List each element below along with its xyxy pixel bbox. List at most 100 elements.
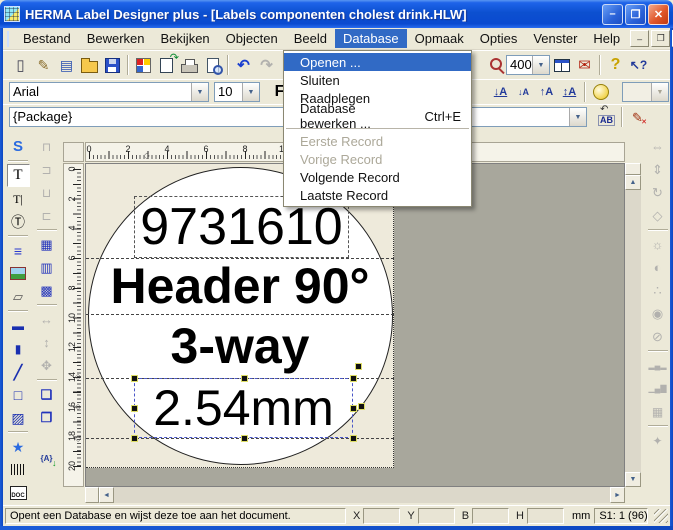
window-layout-button[interactable] bbox=[550, 54, 573, 77]
context-help-button[interactable]: ↖? bbox=[627, 54, 650, 77]
print-preview-button[interactable] bbox=[201, 54, 224, 77]
baseline-down-small-button[interactable]: ↓A bbox=[512, 81, 535, 104]
menu-item-volgende-record[interactable]: Volgende Record bbox=[284, 168, 471, 186]
selection-handle[interactable] bbox=[131, 435, 138, 442]
label-page[interactable]: 9731610Header 90°3-way2.54mm bbox=[86, 164, 394, 468]
grid-pattern-1-button[interactable]: ▦ bbox=[35, 233, 58, 256]
toolbar-separator bbox=[8, 310, 28, 312]
chevron-down-icon[interactable]: ▼ bbox=[569, 108, 586, 126]
menu-bewerken[interactable]: Bewerken bbox=[79, 29, 153, 48]
menu-bekijken[interactable]: Bekijken bbox=[153, 29, 218, 48]
resize-grip[interactable] bbox=[654, 509, 668, 523]
line-spacing-button[interactable]: ↕A bbox=[558, 81, 581, 104]
menu-opties[interactable]: Opties bbox=[472, 29, 526, 48]
vertical-scrollbar[interactable]: ▲▼ bbox=[625, 163, 641, 487]
selection-handle[interactable] bbox=[350, 435, 357, 442]
label-field-3[interactable]: 3-way bbox=[86, 314, 394, 378]
chevron-down-icon[interactable]: ▼ bbox=[242, 83, 259, 101]
scroll-thumb[interactable] bbox=[85, 487, 99, 503]
menu-opmaak[interactable]: Opmaak bbox=[407, 29, 472, 48]
baseline-down-button[interactable]: ↓A bbox=[489, 81, 512, 104]
barcode-tool-button[interactable] bbox=[7, 458, 30, 481]
maximize-button[interactable]: ❐ bbox=[625, 4, 646, 25]
label-field-4[interactable]: 2.54mm bbox=[134, 378, 353, 438]
selection-handle[interactable] bbox=[350, 405, 357, 412]
selection-handle[interactable] bbox=[358, 403, 365, 410]
selection-handle[interactable] bbox=[131, 375, 138, 382]
menu-bestand[interactable]: Bestand bbox=[15, 29, 79, 48]
selection-handle[interactable] bbox=[131, 405, 138, 412]
font-size-combo[interactable]: 10▼ bbox=[214, 82, 260, 102]
new-document-button[interactable]: ▯ bbox=[9, 54, 32, 77]
bring-to-front-button[interactable]: ❏ bbox=[35, 383, 58, 406]
selection-handle[interactable] bbox=[241, 375, 248, 382]
zoom-tool-button[interactable] bbox=[483, 54, 506, 77]
text-field-tool-button[interactable]: T| bbox=[7, 187, 30, 210]
minimize-button[interactable]: – bbox=[602, 4, 623, 25]
selection-handle[interactable] bbox=[355, 363, 362, 370]
chevron-down-icon[interactable]: ▼ bbox=[191, 83, 208, 101]
horizontal-scrollbar[interactable]: ◄► bbox=[85, 487, 625, 503]
font-name-combo[interactable]: Arial▼ bbox=[9, 82, 209, 102]
print-button[interactable] bbox=[178, 54, 201, 77]
vertical-line-tool-button[interactable]: ▮ bbox=[7, 337, 30, 360]
scroll-thumb[interactable] bbox=[625, 163, 641, 175]
align-top-button: ⊓ bbox=[35, 135, 58, 158]
menu-help[interactable]: Help bbox=[585, 29, 628, 48]
design-canvas[interactable]: 9731610Header 90°3-way2.54mm bbox=[85, 163, 625, 487]
menu-venster[interactable]: Venster bbox=[525, 29, 585, 48]
scroll-up-button[interactable]: ▲ bbox=[625, 175, 641, 190]
select-tool-button[interactable]: S bbox=[7, 135, 30, 158]
menu-item-database-bewerken[interactable]: Database bewerken ...Ctrl+E bbox=[284, 107, 471, 125]
horizontal-line-tool-button[interactable]: ▬ bbox=[7, 314, 30, 337]
grid-pattern-3-button[interactable]: ▩ bbox=[35, 279, 58, 302]
scroll-right-button[interactable]: ► bbox=[610, 487, 625, 503]
help-button[interactable]: ? bbox=[604, 54, 627, 77]
record-list-tool-button[interactable]: ≡ bbox=[7, 239, 30, 262]
selection-handle[interactable] bbox=[241, 435, 248, 442]
scroll-left-button[interactable]: ◄ bbox=[99, 487, 114, 503]
color-palette-button[interactable] bbox=[589, 81, 612, 104]
assign-database-button[interactable]: ✎ bbox=[626, 106, 649, 129]
statusbar: Opent een Database en wijst deze toe aan… bbox=[3, 505, 670, 526]
selection-handle[interactable] bbox=[350, 375, 357, 382]
send-to-back-button[interactable]: ❐ bbox=[35, 406, 58, 429]
swap-fields-button[interactable]: AB bbox=[595, 106, 618, 129]
image-tool-button[interactable] bbox=[7, 262, 30, 285]
menu-item-sluiten[interactable]: Sluiten bbox=[284, 71, 471, 89]
mdi-restore-button[interactable]: ❐ bbox=[651, 30, 670, 47]
chevron-down-icon[interactable]: ▼ bbox=[532, 56, 549, 74]
circular-text-tool-button[interactable]: Ⓣ bbox=[7, 210, 30, 233]
menu-beeld[interactable]: Beeld bbox=[286, 29, 335, 48]
label-field-2[interactable]: Header 90° bbox=[86, 258, 394, 314]
star-tool-button[interactable]: ★ bbox=[7, 435, 30, 458]
send-mail-button[interactable]: ✉ bbox=[573, 54, 596, 77]
menu-database[interactable]: Database bbox=[335, 29, 407, 48]
rectangle-tool-button[interactable]: □ bbox=[7, 383, 30, 406]
rotate-object-icon: ↻ bbox=[652, 186, 663, 199]
insert-auto-field-button[interactable]: {A} bbox=[35, 447, 58, 470]
doc-field-tool-button[interactable]: DOC bbox=[7, 481, 30, 504]
copy-labels-button[interactable] bbox=[155, 54, 178, 77]
pattern-rectangle-tool-button[interactable]: ▨ bbox=[7, 406, 30, 429]
open-document-button[interactable] bbox=[78, 54, 101, 77]
label-format-button[interactable] bbox=[132, 54, 155, 77]
page-numbers-button[interactable]: ▤ bbox=[55, 54, 78, 77]
menu-objecten[interactable]: Objecten bbox=[218, 29, 286, 48]
save-document-button[interactable] bbox=[101, 54, 124, 77]
edit-layout-button[interactable]: ✎ bbox=[32, 54, 55, 77]
mdi-minimize-button[interactable]: – bbox=[630, 30, 649, 47]
scroll-down-button[interactable]: ▼ bbox=[625, 472, 641, 487]
grid-pattern-2-button[interactable]: ▥ bbox=[35, 256, 58, 279]
eraser-tool-button[interactable]: ▱ bbox=[7, 285, 30, 308]
menu-item-laatste-record[interactable]: Laatste Record bbox=[284, 186, 471, 204]
zoom-level-combo[interactable]: 400▼ bbox=[506, 55, 550, 75]
diagonal-line-tool-button[interactable]: ╱ bbox=[7, 360, 30, 383]
close-button[interactable]: ✕ bbox=[648, 4, 669, 25]
baseline-up-button[interactable]: ↑A bbox=[535, 81, 558, 104]
text-tool-button[interactable]: T bbox=[7, 164, 30, 187]
undo-button[interactable]: ↶ bbox=[232, 54, 255, 77]
close-icon: ✕ bbox=[654, 8, 663, 21]
chart-bars-button: ▁▄▇ bbox=[646, 377, 669, 400]
menu-item-openen[interactable]: Openen ... bbox=[284, 53, 471, 71]
